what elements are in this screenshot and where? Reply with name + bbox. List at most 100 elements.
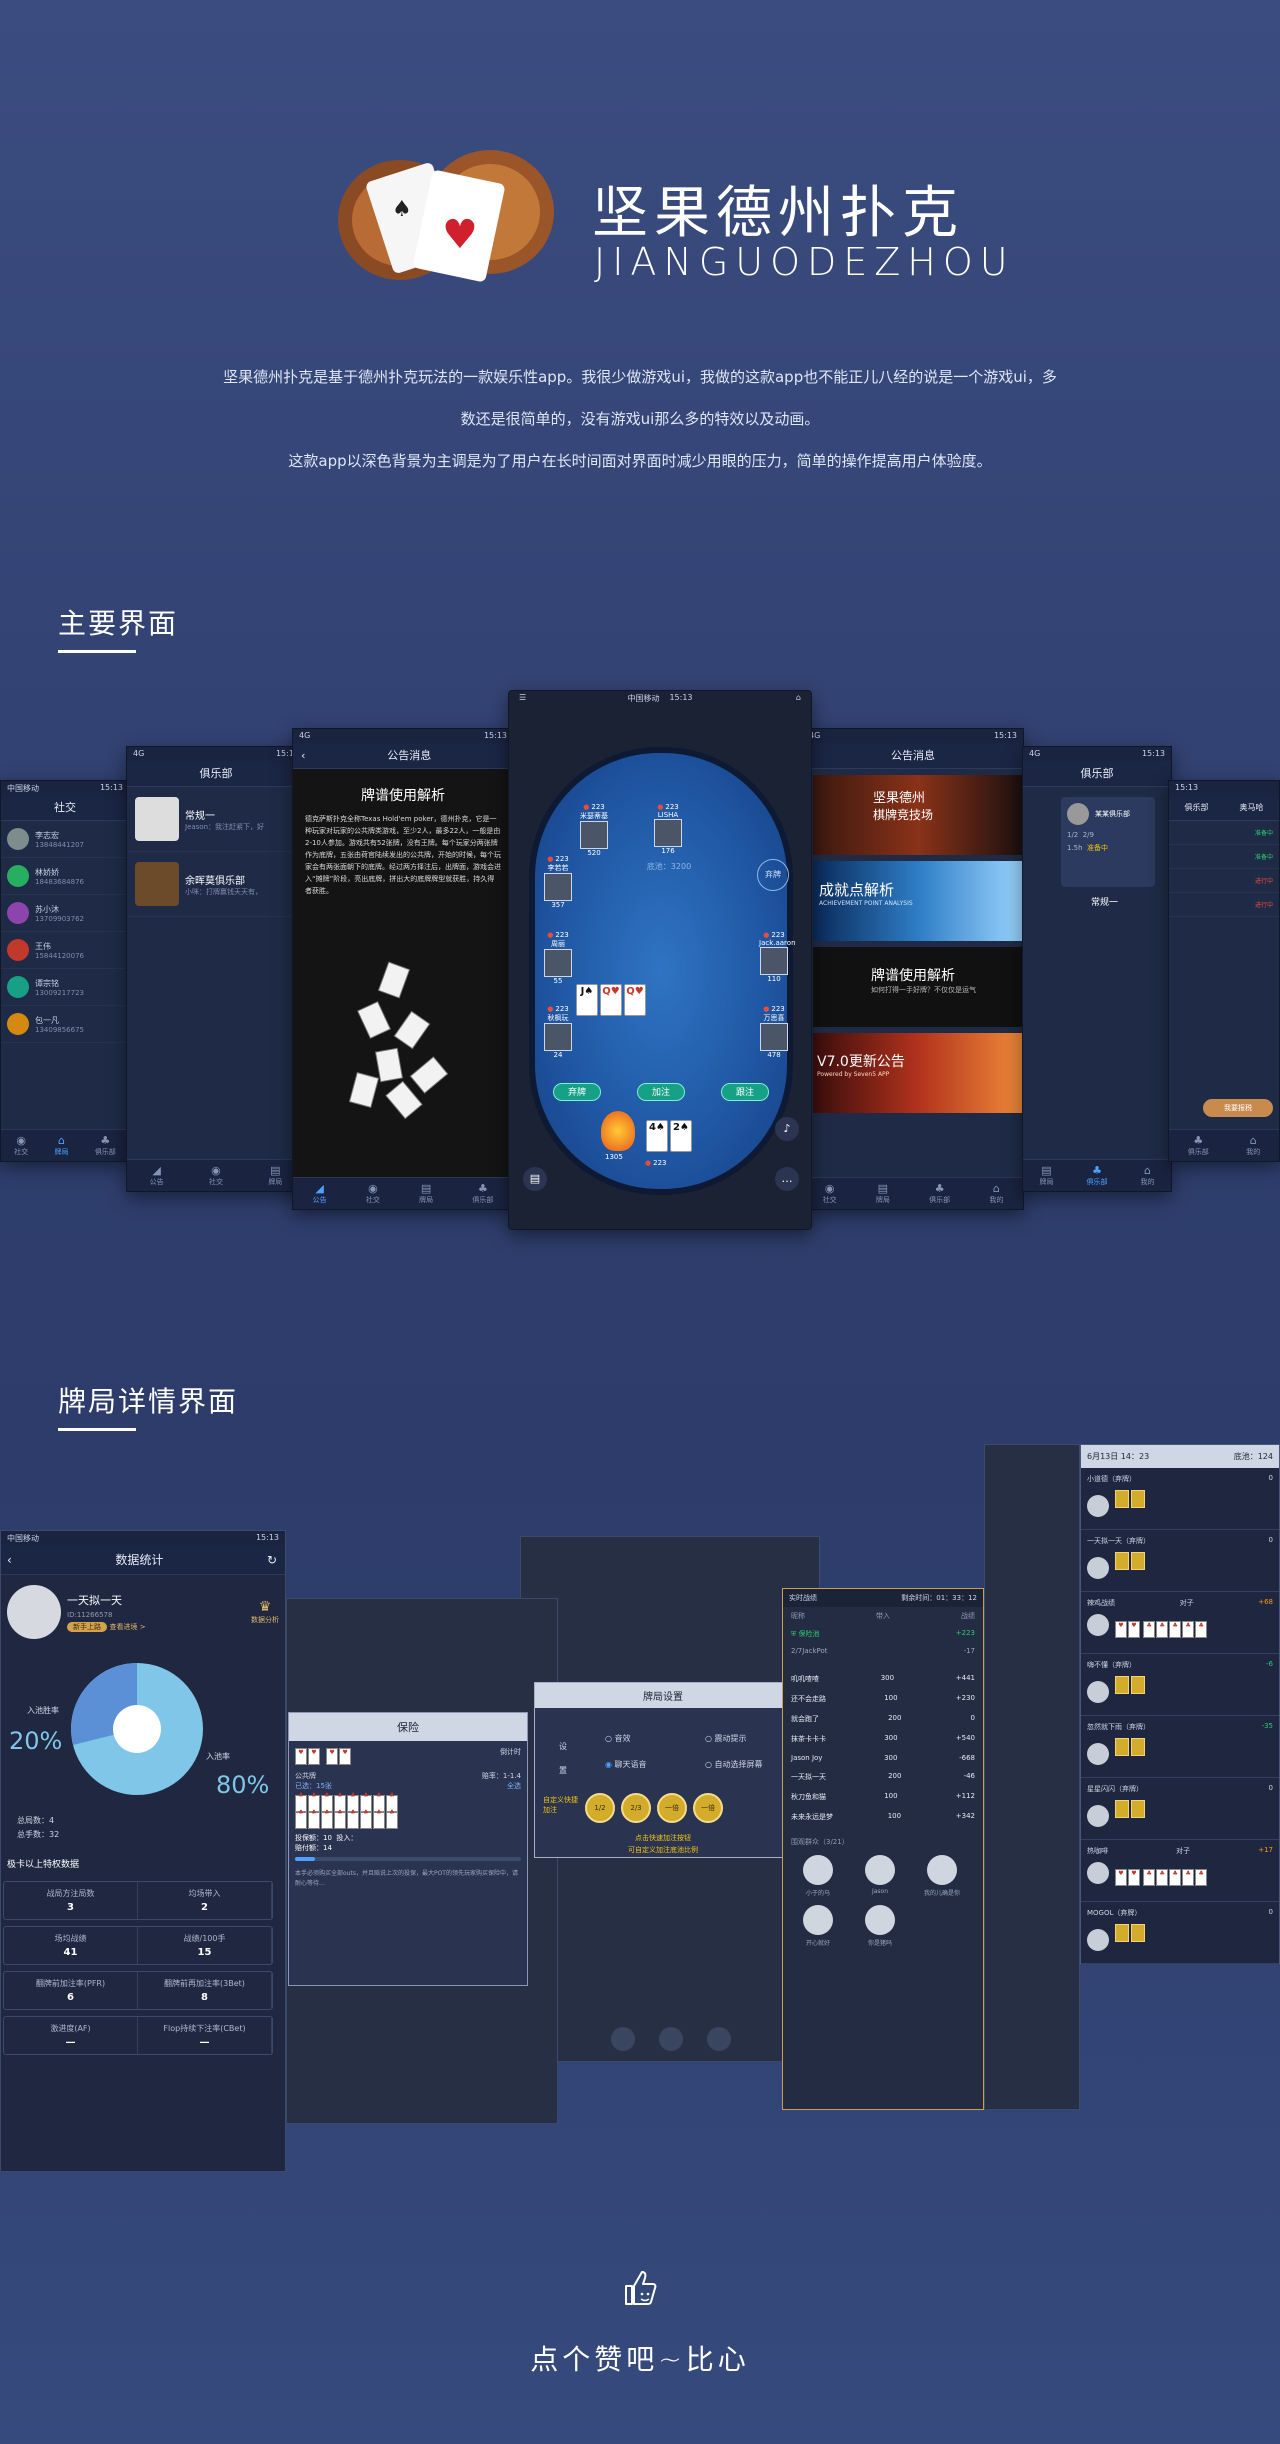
tab-social[interactable]: ◉ 社交 — [366, 1182, 380, 1205]
tab-notice[interactable]: ◢ 公告 — [150, 1164, 164, 1187]
watcher[interactable]: 我的儿确是你 — [911, 1855, 973, 1897]
report-button[interactable]: 我要报税 — [1203, 1099, 1273, 1117]
tab-club[interactable]: ♣ 俱乐部 — [95, 1134, 116, 1157]
club-card[interactable]: 某某俱乐部 1/2 2/9 1.5h 准备中 — [1061, 797, 1155, 887]
vibrate-option[interactable]: ○ 震动提示 — [705, 1733, 747, 1744]
friend-item[interactable]: 林娇娇 18483684876 — [1, 858, 129, 895]
tab-mine[interactable]: ⌂ 我的 — [1141, 1164, 1155, 1187]
analysis-link[interactable]: 数据分析 — [251, 1615, 279, 1625]
refresh-icon[interactable]: ↻ — [267, 1545, 285, 1575]
status-badge: 进行中 — [1169, 893, 1279, 917]
club-stat: 1/2 — [1067, 831, 1079, 839]
out-card[interactable]: ♣ — [373, 1810, 385, 1829]
watcher[interactable]: 你是猪吗 — [849, 1905, 911, 1947]
out-card[interactable]: ♣ — [308, 1810, 320, 1829]
player-seat[interactable]: 223李若若 357 — [543, 855, 573, 909]
tab-label: 公告 — [149, 1178, 164, 1186]
raise-chip[interactable]: 2/3 — [621, 1793, 651, 1823]
home-icon[interactable]: ⌂ — [796, 693, 801, 702]
banner-guide[interactable]: 牌谱使用解析 如何打得一手好牌？不仅仅是运气 — [813, 947, 1023, 1027]
club-item[interactable]: 余晖莫俱乐部 小咪：打牌赢钱天天有， — [127, 852, 305, 917]
call-button[interactable]: 跟注 — [721, 1083, 769, 1101]
cards-icon[interactable]: ▤ — [523, 1167, 547, 1191]
clock: 15:13 — [1175, 783, 1199, 792]
player-seat[interactable]: 223万思喜 478 — [759, 1005, 789, 1059]
select-all-toggle[interactable]: 全选 — [507, 1781, 521, 1791]
player-seat[interactable]: 223米瑟蒂基 520 — [579, 803, 609, 857]
watcher[interactable]: 开心就好 — [787, 1905, 849, 1947]
raise-chip[interactable]: 一倍 — [657, 1793, 687, 1823]
tab-game[interactable]: ▤ 牌局 — [419, 1182, 433, 1205]
fold-side-button[interactable]: 弃牌 — [757, 859, 789, 891]
friend-item[interactable]: 谭宗铭 13009217723 — [1, 969, 129, 1006]
avatar — [927, 1855, 957, 1885]
view-progress-link[interactable]: 查看进境 > — [110, 1623, 146, 1631]
chat-icon: ◉ — [211, 1164, 221, 1177]
tab-club[interactable]: ♣ 俱乐部 — [929, 1182, 950, 1205]
seat-stack: 110 — [767, 975, 781, 983]
tab-notice[interactable]: ◢ 公告 — [313, 1182, 327, 1205]
player-seat[interactable]: 223Jack.aaron 110 — [759, 931, 796, 983]
sound-option[interactable]: ○ 音效 — [605, 1733, 631, 1744]
out-card[interactable]: ♣ — [347, 1810, 359, 1829]
table-bg-phone — [984, 1444, 1080, 2110]
thumbs-up-icon[interactable] — [620, 2268, 660, 2308]
raise-chip[interactable]: 一倍 — [693, 1793, 723, 1823]
live-row: 秋刀鱼和猫 100 +112 — [783, 1787, 983, 1807]
microphone-icon[interactable]: ♪ — [775, 1117, 799, 1141]
tab-game[interactable]: ⌂ 牌局 — [54, 1134, 68, 1157]
fold-button[interactable] — [659, 2027, 683, 2051]
voice-chat-option[interactable]: ◉ 聊天语音 — [605, 1759, 647, 1770]
raise-button[interactable]: 加注 — [637, 1083, 685, 1101]
menu-icon[interactable]: ☰ — [519, 693, 526, 702]
raise-chip[interactable]: 1/2 — [585, 1793, 615, 1823]
tab-social[interactable]: ◉ 社交 — [209, 1164, 223, 1187]
out-card[interactable]: ♣ — [334, 1810, 346, 1829]
back-icon[interactable]: ‹ — [1, 1545, 12, 1575]
tab-club-games[interactable]: 俱乐部 — [1185, 795, 1209, 820]
out-card[interactable]: ♣ — [321, 1810, 333, 1829]
card-back — [1115, 1924, 1129, 1942]
megaphone-icon: ◢ — [315, 1182, 324, 1195]
tab-social[interactable]: ◉ 社交 — [823, 1182, 837, 1205]
tab-game[interactable]: ▤ 牌局 — [1040, 1164, 1054, 1187]
banner-update[interactable]: V7.0更新公告 Powered by Seven5 APP — [813, 1033, 1023, 1113]
card-back — [1131, 1800, 1145, 1818]
watcher[interactable]: 小于的马 — [787, 1855, 849, 1897]
player-seat[interactable]: 223LISHA 176 — [653, 803, 683, 855]
player-seat[interactable]: 223周丽 55 — [543, 931, 573, 985]
back-icon[interactable]: ‹ — [293, 743, 305, 769]
friend-item[interactable]: 包一凡 13409856675 — [1, 1006, 129, 1043]
auto-screen-option[interactable]: ○ 自动选择屏幕 — [705, 1759, 763, 1770]
club-item[interactable]: 常规一 Jeason：我注赶紧下，好 — [127, 787, 305, 852]
tab-club[interactable]: ♣ 俱乐部 — [1087, 1164, 1108, 1187]
insure-slider[interactable] — [295, 1857, 521, 1861]
tab-game[interactable]: ▤ 牌局 — [268, 1164, 282, 1187]
tab-game[interactable]: ▤ 牌局 — [876, 1182, 890, 1205]
raise-button[interactable] — [707, 2027, 731, 2051]
banner-achievement[interactable]: 成就点解析 ACHIEVEMENT POINT ANALYSIS — [813, 861, 1023, 941]
player-seat[interactable]: 223秋枫玩 24 — [543, 1005, 573, 1059]
watcher[interactable]: Jason — [849, 1855, 911, 1897]
card-back — [1131, 1738, 1145, 1756]
clock: 15:13 — [669, 693, 693, 702]
friend-item[interactable]: 苏小沐 13709903762 — [1, 895, 129, 932]
tab-club[interactable]: ♣ 俱乐部 — [472, 1182, 493, 1205]
friend-item[interactable]: 李志宏 13848441207 — [1, 821, 129, 858]
tab-mine[interactable]: ⌂ 我的 — [989, 1182, 1003, 1205]
tab-club[interactable]: ♣ 俱乐部 — [1188, 1134, 1209, 1157]
banner-arena[interactable]: 坚果德州 棋牌竞技场 — [813, 775, 1023, 855]
fold-button[interactable]: 弃牌 — [553, 1083, 601, 1101]
tab-label: 牌局 — [54, 1148, 69, 1156]
call-button[interactable] — [611, 2027, 635, 2051]
chat-bubble-icon[interactable]: … — [775, 1167, 799, 1191]
seat-bet: 223 — [579, 803, 609, 811]
tab-social[interactable]: ◉ 社交 — [14, 1134, 28, 1157]
out-card[interactable]: ♣ — [360, 1810, 372, 1829]
out-card[interactable]: ♣ — [386, 1810, 398, 1829]
tab-omaha[interactable]: 奥马哈 — [1240, 795, 1264, 820]
tab-mine[interactable]: ⌂ 我的 — [1246, 1134, 1260, 1157]
friend-item[interactable]: 王伟 15844120076 — [1, 932, 129, 969]
out-card[interactable]: ♣ — [295, 1810, 307, 1829]
avatar — [1087, 1495, 1109, 1517]
